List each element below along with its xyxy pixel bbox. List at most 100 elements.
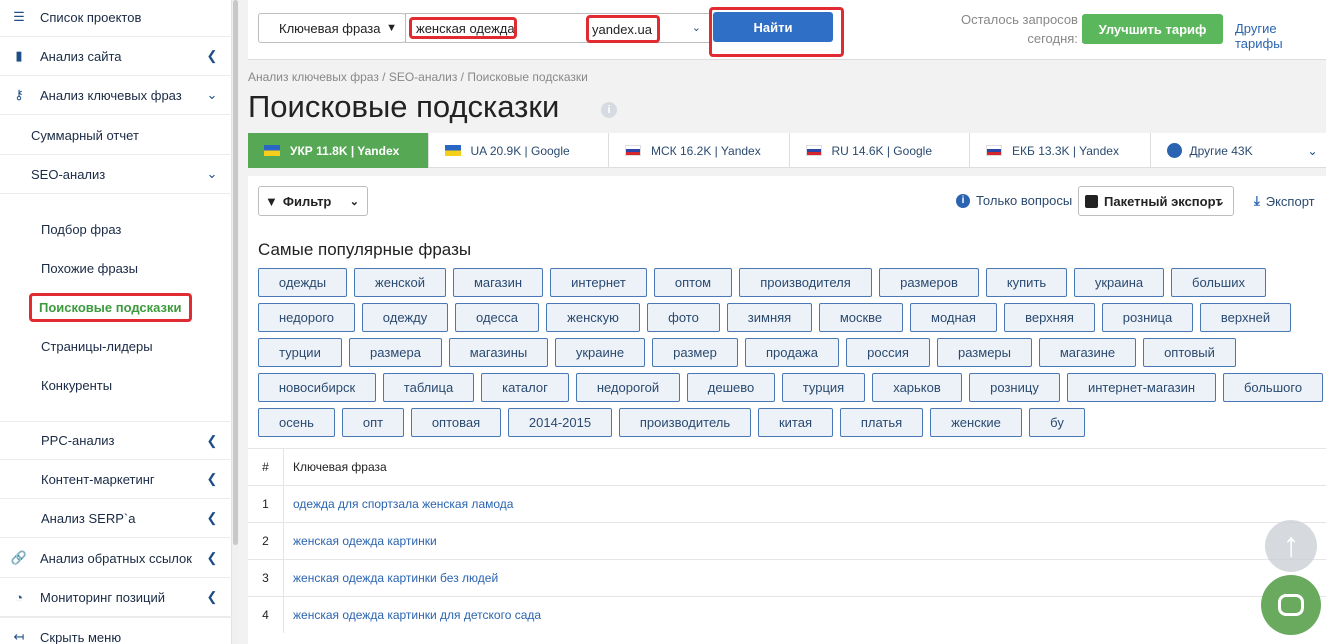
scrollbar-thumb[interactable] (233, 0, 238, 545)
phrase-chip[interactable]: одесса (455, 303, 539, 332)
phrase-chip[interactable]: зимняя (727, 303, 812, 332)
phrase-chip[interactable]: украине (555, 338, 645, 367)
sidebar-item-phrase-selection[interactable]: Подбор фраз (0, 210, 232, 249)
phrase-chip[interactable]: женской (354, 268, 446, 297)
phrase-chip[interactable]: москве (819, 303, 903, 332)
sidebar-item-leaders[interactable]: Страницы-лидеры (0, 327, 232, 366)
sidebar-item-serp[interactable]: Анализ SERP`a ❮ (0, 499, 232, 538)
find-button[interactable]: Найти (713, 12, 833, 42)
phrase-chip[interactable]: оптом (654, 268, 732, 297)
tab-ekb-yandex[interactable]: ЕКБ 13.3K | Yandex (970, 133, 1151, 168)
batch-export-button[interactable]: Пакетный экспорт ⌄ (1078, 186, 1234, 216)
sidebar: ☰ Список проектов ▮ Анализ сайта ❮ ⚷ Ана… (0, 0, 232, 644)
sidebar-item-similar[interactable]: Похожие фразы (0, 249, 232, 288)
phrase-chip[interactable]: женские (930, 408, 1022, 437)
phrase-chip[interactable]: купить (986, 268, 1067, 297)
tab-ru-google[interactable]: RU 14.6K | Google (790, 133, 970, 168)
sidebar-item-suggestions[interactable]: Поисковые подсказки (0, 288, 232, 327)
phrase-chip[interactable]: верхней (1200, 303, 1291, 332)
phrase-chip[interactable]: каталог (481, 373, 569, 402)
phrase-chip[interactable]: женскую (546, 303, 640, 332)
chevron-down-icon: ⌄ (206, 166, 218, 181)
tab-other[interactable]: Другие 43K ⌄ (1151, 133, 1326, 168)
sidebar-item-backlinks[interactable]: 🔗 Анализ обратных ссылок ❮ (0, 539, 232, 578)
phrase-link[interactable]: женская одежда картинки без людей (284, 571, 498, 585)
phrase-chip[interactable]: недорого (258, 303, 355, 332)
phrase-chip[interactable]: производителя (739, 268, 872, 297)
phrase-chip[interactable]: украина (1074, 268, 1164, 297)
tab-ukr-yandex[interactable]: УКР 11.8K | Yandex (248, 133, 429, 168)
phrase-chip[interactable]: верхняя (1004, 303, 1095, 332)
phrase-chip[interactable]: оптовый (1143, 338, 1236, 367)
sidebar-item-seo[interactable]: SEO-анализ ⌄ (0, 155, 232, 194)
phrase-chip[interactable]: размеров (879, 268, 979, 297)
sidebar-item-ppc[interactable]: PPC-анализ ❮ (0, 421, 232, 460)
phrase-chip[interactable]: магазине (1039, 338, 1136, 367)
region-tabs: УКР 11.8K | Yandex UA 20.9K | Google МСК… (248, 133, 1326, 168)
phrase-chip[interactable]: размера (349, 338, 442, 367)
phrase-chip[interactable]: производитель (619, 408, 751, 437)
only-questions-toggle[interactable]: i Только вопросы (956, 193, 1072, 208)
phrase-chip[interactable]: одежды (258, 268, 347, 297)
phrase-chip[interactable]: размер (652, 338, 738, 367)
phrase-chip[interactable]: размеры (937, 338, 1032, 367)
tab-ua-google[interactable]: UA 20.9K | Google (429, 133, 609, 168)
phrase-chip[interactable]: опт (342, 408, 404, 437)
phrase-chip[interactable]: модная (910, 303, 997, 332)
scroll-top-button[interactable]: ↑ (1265, 520, 1317, 572)
phrase-chip[interactable]: продажа (745, 338, 839, 367)
phrase-chip[interactable]: большого (1223, 373, 1323, 402)
phrase-chip[interactable]: турции (258, 338, 342, 367)
search-type-value: Ключевая фраза (279, 20, 381, 36)
table-row: 3 женская одежда картинки без людей (248, 559, 1326, 596)
query-input[interactable] (409, 17, 517, 39)
phrase-chip[interactable]: новосибирск (258, 373, 376, 402)
phrase-chip[interactable]: интернет-магазин (1067, 373, 1216, 402)
phrase-chip[interactable]: таблица (383, 373, 474, 402)
phrase-chip[interactable]: больших (1171, 268, 1266, 297)
sidebar-item-competitors[interactable]: Конкуренты (0, 366, 232, 405)
russia-flag-icon (986, 145, 1002, 156)
phrase-chip[interactable]: платья (840, 408, 923, 437)
filter-label: Фильтр (282, 193, 332, 209)
tab-msk-yandex[interactable]: МСК 16.2K | Yandex (609, 133, 790, 168)
upgrade-button[interactable]: Улучшить тариф (1082, 14, 1223, 44)
phrase-chip[interactable]: россия (846, 338, 930, 367)
row-number: 1 (248, 486, 284, 522)
other-tariffs-link[interactable]: Другие тарифы (1235, 21, 1326, 51)
phrase-link[interactable]: женская одежда картинки для детского сад… (284, 608, 541, 622)
sidebar-scrollbar[interactable] (232, 0, 239, 644)
phrase-chip[interactable]: розница (1102, 303, 1193, 332)
sidebar-item-site-analysis[interactable]: ▮ Анализ сайта ❮ (0, 37, 232, 76)
phrase-chip[interactable]: 2014-2015 (508, 408, 612, 437)
phrase-chip[interactable]: китая (758, 408, 833, 437)
phrase-chip[interactable]: магазин (453, 268, 543, 297)
phrase-chip[interactable]: магазины (449, 338, 548, 367)
phrase-chip[interactable]: харьков (872, 373, 962, 402)
phrase-chip[interactable]: бу (1029, 408, 1085, 437)
sidebar-item-hide-menu[interactable]: ↤ Скрыть меню (0, 617, 232, 644)
phrase-chip[interactable]: фото (647, 303, 720, 332)
sidebar-item-summary[interactable]: Суммарный отчет (0, 116, 232, 155)
export-button[interactable]: ⤓ Экспорт (1254, 193, 1315, 209)
phrase-chip[interactable]: одежду (362, 303, 448, 332)
col-phrase-header[interactable]: Ключевая фраза (284, 460, 387, 474)
region-select[interactable]: yandex.ua ⌄ (584, 13, 710, 43)
phrase-chip[interactable]: недорогой (576, 373, 680, 402)
sidebar-item-content[interactable]: Контент-маркетинг ❮ (0, 460, 232, 499)
phrase-link[interactable]: одежда для спортзала женская ламода (284, 497, 513, 511)
sidebar-item-monitoring[interactable]: ◔ Мониторинг позиций ❮ (0, 578, 232, 617)
phrase-chip[interactable]: осень (258, 408, 335, 437)
sidebar-item-projects[interactable]: ☰ Список проектов (0, 0, 232, 37)
phrase-chip[interactable]: турция (782, 373, 865, 402)
phrase-chip[interactable]: дешево (687, 373, 775, 402)
chat-button[interactable] (1261, 575, 1321, 635)
sidebar-item-keyword-analysis[interactable]: ⚷ Анализ ключевых фраз ⌄ (0, 76, 232, 115)
phrase-link[interactable]: женская одежда картинки (284, 534, 437, 548)
search-type-select[interactable]: Ключевая фраза ▼ (258, 13, 406, 43)
phrase-chip[interactable]: интернет (550, 268, 647, 297)
phrase-chip[interactable]: розницу (969, 373, 1060, 402)
filter-button[interactable]: ▼ Фильтр ⌄ (258, 186, 368, 216)
info-icon[interactable]: i (601, 102, 617, 118)
phrase-chip[interactable]: оптовая (411, 408, 501, 437)
